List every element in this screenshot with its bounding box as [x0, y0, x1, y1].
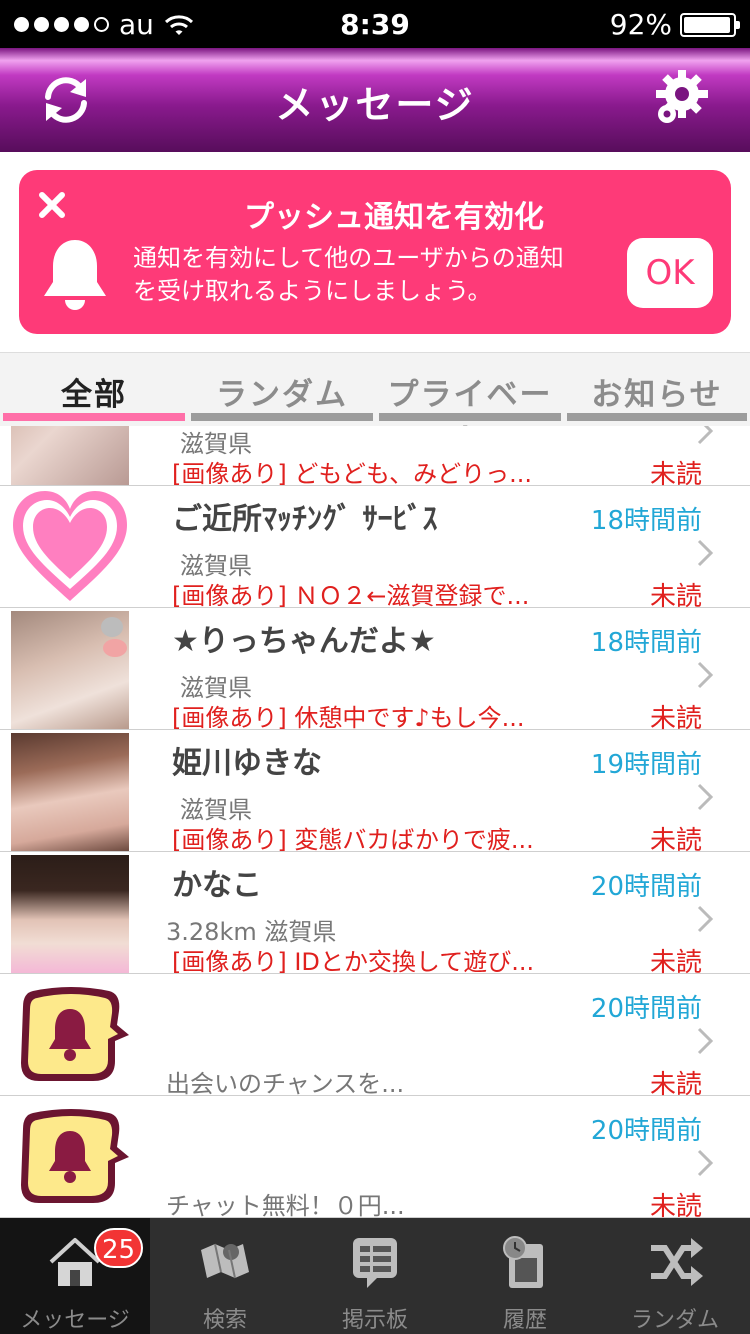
notification-bell-avatar: [11, 1099, 129, 1217]
push-notification-banner: プッシュ通知を有効化 通知を有効にして他のユーザからの通知 を受け取れるようにし…: [19, 170, 731, 334]
tabbar-label: メッセージ: [20, 1308, 130, 1333]
banner-description: 通知を有効にして他のユーザからの通知 を受け取れるようにしましょう。: [133, 242, 633, 308]
message-row[interactable]: ご近所ﾏｯﾁﾝｸﾞ ｻｰﾋﾞｽ 18時間前 滋賀県 [画像あり] ＮＯ２←滋賀登…: [0, 486, 750, 612]
bottom-tab-bar: 25 メッセージ 検索 掲示板 履歴 ランダム: [0, 1218, 750, 1334]
chevron-right-icon: [697, 426, 714, 445]
ok-button[interactable]: OK: [627, 238, 713, 308]
message-time: 20時間前: [590, 1116, 702, 1146]
avatar-heart: [11, 489, 129, 607]
heart-icon: [13, 491, 127, 601]
chevron-right-icon: [697, 1149, 714, 1177]
avatar: [11, 611, 129, 729]
message-preview: [画像あり] 変態バカばかりで疲...: [172, 826, 534, 854]
message-sender-name: 姫川ゆきな: [172, 746, 322, 781]
message-time: 20時間前: [590, 872, 702, 902]
tab-notices-label: お知らせ: [591, 377, 723, 413]
nav-bar: メッセージ: [0, 48, 750, 152]
close-icon[interactable]: [37, 190, 67, 220]
random-shuffle-icon: [651, 1238, 703, 1286]
status-bar: au 8:39 92%: [0, 0, 750, 48]
message-row[interactable]: ★りっちゃんだよ★ 18時間前 滋賀県 [画像あり] 休憩中です♪もし今... …: [0, 608, 750, 734]
message-preview: [画像あり] どもども、みどりっ...: [172, 460, 533, 488]
message-preview: チャット無料！０円...: [166, 1192, 405, 1218]
bulletin-board-icon: [353, 1238, 397, 1288]
tab-random[interactable]: ランダム: [188, 353, 376, 429]
tabbar-label: 掲示板: [341, 1308, 408, 1333]
banner-title: プッシュ通知を有効化: [244, 200, 544, 235]
tabbar-item-messages[interactable]: 25 メッセージ: [0, 1218, 150, 1334]
tab-all-label: 全部: [61, 377, 127, 413]
tabbar-label: 検索: [202, 1308, 247, 1333]
message-preview: [画像あり] 休憩中です♪もし今...: [172, 704, 525, 732]
map-icon: [201, 1243, 249, 1279]
message-list: 滋賀県 [画像あり] どもども、みどりっ... 未読 ご近所ﾏｯﾁﾝｸﾞ ｻｰﾋ…: [0, 426, 750, 1218]
history-icon: [503, 1236, 543, 1288]
tab-random-label: ランダム: [216, 377, 348, 413]
avatar: [11, 855, 129, 973]
message-row[interactable]: 20時間前 出会いのチャンスを... 未読: [0, 974, 750, 1100]
tabbar-label: ランダム: [630, 1308, 719, 1333]
notification-bell-avatar: [11, 977, 129, 1095]
battery-icon: [680, 12, 740, 37]
bell-speech-icon: [21, 987, 129, 1081]
message-time: 18時間前: [590, 506, 702, 536]
tab-all[interactable]: 全部: [0, 353, 188, 429]
tabbar-item-search[interactable]: 検索: [150, 1218, 300, 1334]
unread-count-badge: 25: [94, 1228, 144, 1268]
chevron-right-icon: [697, 661, 714, 689]
message-time: 18時間前: [590, 628, 702, 658]
tabbar-item-board[interactable]: 掲示板: [300, 1218, 450, 1334]
message-preview: 出会いのチャンスを...: [166, 1070, 405, 1098]
message-row[interactable]: 姫川ゆきな 19時間前 滋賀県 [画像あり] 変態バカばかりで疲... 未読: [0, 730, 750, 856]
chevron-right-icon: [697, 783, 714, 811]
tabbar-item-random[interactable]: ランダム: [600, 1218, 750, 1334]
message-preview: [画像あり] IDとか交換して遊び...: [172, 948, 535, 976]
message-preview: [画像あり] ＮＯ２←滋賀登録で...: [172, 582, 530, 610]
unread-status: 未読: [649, 1192, 702, 1218]
message-row[interactable]: かなこ 20時間前 3.28km 滋賀県 [画像あり] IDとか交換して遊び..…: [0, 852, 750, 978]
bell-speech-icon: [21, 1109, 129, 1203]
message-time: 20時間前: [590, 994, 702, 1024]
banner-text-line-1: 通知を有効にして他のユーザからの通知: [133, 244, 564, 272]
tab-private[interactable]: プライベート: [376, 353, 564, 458]
bell-icon: [44, 240, 106, 310]
chevron-right-icon: [697, 905, 714, 933]
battery-percent: 92%: [609, 8, 672, 41]
tabbar-item-history[interactable]: 履歴: [450, 1218, 600, 1334]
chevron-right-icon: [697, 1027, 714, 1055]
message-filter-tabs: 全部 ランダム プライベート お知らせ: [0, 352, 750, 458]
message-time: 19時間前: [590, 750, 702, 780]
banner-text-line-2: を受け取れるようにしましょう。: [133, 277, 492, 305]
message-row[interactable]: 滋賀県 [画像あり] どもども、みどりっ... 未読: [0, 426, 750, 490]
avatar: [11, 426, 129, 485]
message-sender-name: ご近所ﾏｯﾁﾝｸﾞ ｻｰﾋﾞｽ: [172, 502, 438, 537]
settings-gear-icon[interactable]: [652, 68, 712, 128]
tab-notices[interactable]: お知らせ: [564, 353, 750, 429]
page-title: メッセージ: [275, 83, 475, 127]
avatar: [11, 733, 129, 851]
message-sender-name: かなこ: [172, 868, 262, 903]
message-sender-name: ★りっちゃんだよ★: [172, 624, 436, 659]
tabbar-label: 履歴: [502, 1308, 547, 1333]
message-row[interactable]: 20時間前 チャット無料！０円... 未読: [0, 1096, 750, 1218]
chevron-right-icon: [697, 539, 714, 567]
